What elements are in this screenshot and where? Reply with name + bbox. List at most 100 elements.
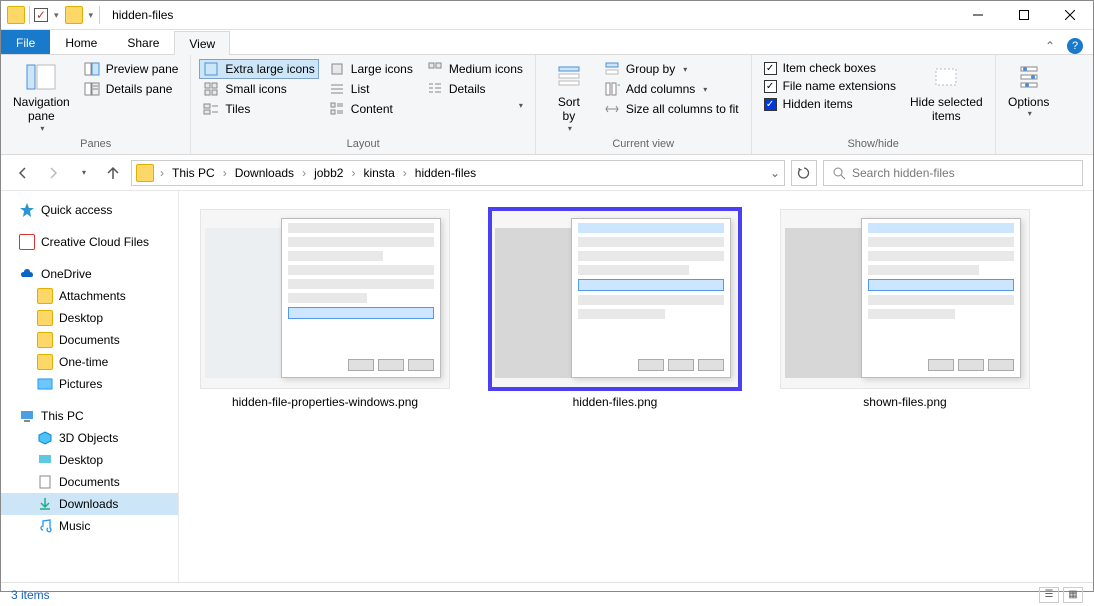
breadcrumb-item[interactable]: kinsta bbox=[359, 166, 398, 180]
search-input[interactable]: Search hidden-files bbox=[823, 160, 1083, 186]
minimize-button[interactable] bbox=[955, 1, 1001, 30]
path-folder-icon bbox=[136, 164, 154, 182]
collapse-ribbon-icon[interactable]: ⌃ bbox=[1045, 39, 1055, 53]
file-content-area[interactable]: hidden-file-properties-windows.png hidde… bbox=[179, 191, 1093, 582]
file-item[interactable]: shown-files.png bbox=[769, 209, 1041, 409]
chevron-right-icon[interactable]: › bbox=[300, 166, 308, 180]
navigation-pane-label: Navigation pane bbox=[13, 95, 70, 124]
sidebar-quick-access[interactable]: Quick access bbox=[1, 199, 178, 221]
sidebar-item-documents-pc[interactable]: Documents bbox=[1, 471, 178, 493]
medium-icons-button[interactable]: Medium icons bbox=[423, 59, 527, 79]
ribbon-right-controls: ⌃ ? bbox=[1045, 38, 1093, 54]
content-button[interactable]: Content bbox=[325, 99, 417, 119]
chevron-right-icon[interactable]: › bbox=[221, 166, 229, 180]
sidebar-item-desktop[interactable]: Desktop bbox=[1, 307, 178, 329]
tiles-button[interactable]: Tiles bbox=[199, 99, 318, 119]
pc-icon bbox=[19, 408, 35, 424]
size-columns-button[interactable]: Size all columns to fit bbox=[600, 99, 743, 119]
options-button[interactable]: Options▾ bbox=[1004, 59, 1054, 135]
ribbon-group-options: Options▾ bbox=[996, 55, 1062, 154]
file-item[interactable]: hidden-files.png bbox=[479, 209, 751, 409]
file-name: hidden-file-properties-windows.png bbox=[232, 395, 418, 409]
breadcrumb-item[interactable]: jobb2 bbox=[310, 166, 347, 180]
hide-selected-button[interactable]: Hide selected items bbox=[906, 59, 987, 135]
sidebar-creative-cloud[interactable]: Creative Cloud Files bbox=[1, 231, 178, 253]
hide-selected-icon bbox=[930, 61, 962, 93]
tab-file[interactable]: File bbox=[1, 30, 50, 54]
file-extensions-toggle[interactable]: File name extensions bbox=[760, 77, 900, 95]
preview-pane-button[interactable]: Preview pane bbox=[80, 59, 183, 79]
medium-icons-icon bbox=[427, 61, 443, 77]
details-view-button[interactable]: ☰ bbox=[1039, 587, 1059, 603]
folder-icon bbox=[37, 288, 53, 304]
sidebar-item-one-time[interactable]: One-time bbox=[1, 351, 178, 373]
forward-button[interactable] bbox=[41, 161, 65, 185]
sidebar-item-documents[interactable]: Documents bbox=[1, 329, 178, 351]
address-bar-row: ▾ › This PC› Downloads› jobb2› kinsta› h… bbox=[1, 155, 1093, 191]
pictures-icon bbox=[37, 376, 53, 392]
preview-pane-icon bbox=[84, 61, 100, 77]
details-pane-button[interactable]: Details pane bbox=[80, 79, 183, 99]
checkbox-icon bbox=[764, 80, 777, 93]
item-check-boxes-toggle[interactable]: Item check boxes bbox=[760, 59, 900, 77]
sidebar-item-pictures[interactable]: Pictures bbox=[1, 373, 178, 395]
qat-dropdown-icon[interactable]: ▾ bbox=[87, 10, 96, 21]
list-button[interactable]: List bbox=[325, 79, 417, 99]
help-icon[interactable]: ? bbox=[1067, 38, 1083, 54]
chevron-right-icon[interactable]: › bbox=[158, 166, 166, 180]
downloads-icon bbox=[37, 496, 53, 512]
sidebar-item-music[interactable]: Music bbox=[1, 515, 178, 537]
desktop-icon bbox=[37, 452, 53, 468]
small-icons-button[interactable]: Small icons bbox=[199, 79, 318, 99]
ribbon-group-current-view: Sort by▾ Group by▾ +Add columns▾ Size al… bbox=[536, 55, 752, 154]
add-columns-button[interactable]: +Add columns▾ bbox=[600, 79, 743, 99]
file-item[interactable]: hidden-file-properties-windows.png bbox=[189, 209, 461, 409]
path-dropdown-icon[interactable]: ⌄ bbox=[770, 166, 780, 180]
back-button[interactable] bbox=[11, 161, 35, 185]
group-by-button[interactable]: Group by▾ bbox=[600, 59, 743, 79]
svg-text:+: + bbox=[617, 81, 620, 92]
folder-icon bbox=[65, 6, 83, 24]
folder-icon bbox=[7, 6, 25, 24]
breadcrumb-item[interactable]: hidden-files bbox=[411, 166, 480, 180]
sidebar-onedrive[interactable]: OneDrive bbox=[1, 263, 178, 285]
navigation-pane-button[interactable]: Navigation pane▾ bbox=[9, 59, 74, 135]
file-thumbnail bbox=[490, 209, 740, 389]
thumbnails-view-button[interactable]: ▦ bbox=[1063, 587, 1083, 603]
sidebar-this-pc[interactable]: This PC bbox=[1, 405, 178, 427]
tab-home[interactable]: Home bbox=[50, 30, 112, 54]
tab-share[interactable]: Share bbox=[112, 30, 174, 54]
sidebar-item-3d-objects[interactable]: 3D Objects bbox=[1, 427, 178, 449]
recent-locations-button[interactable]: ▾ bbox=[71, 161, 95, 185]
tab-view[interactable]: View bbox=[174, 31, 230, 55]
file-thumbnail bbox=[200, 209, 450, 389]
breadcrumb-path[interactable]: › This PC› Downloads› jobb2› kinsta› hid… bbox=[131, 160, 785, 186]
details-button[interactable]: Details bbox=[423, 79, 527, 99]
overflow-icon: ▾ bbox=[519, 101, 523, 110]
sidebar-item-downloads[interactable]: Downloads bbox=[1, 493, 178, 515]
large-icons-button[interactable]: Large icons bbox=[325, 59, 417, 79]
status-text: 3 items bbox=[11, 588, 50, 602]
breadcrumb-item[interactable]: This PC bbox=[168, 166, 219, 180]
qat-properties-icon[interactable]: ✓ bbox=[34, 8, 48, 22]
folder-icon bbox=[19, 234, 35, 250]
qat-dropdown-icon[interactable]: ▾ bbox=[52, 10, 61, 21]
navigation-pane-icon bbox=[25, 61, 57, 93]
up-button[interactable] bbox=[101, 161, 125, 185]
small-icons-icon bbox=[203, 81, 219, 97]
body-area: Quick access Creative Cloud Files OneDri… bbox=[1, 191, 1093, 582]
sort-by-button[interactable]: Sort by▾ bbox=[544, 59, 594, 135]
maximize-button[interactable] bbox=[1001, 1, 1047, 30]
close-button[interactable] bbox=[1047, 1, 1093, 30]
extra-large-icons-button[interactable]: Extra large icons bbox=[199, 59, 318, 79]
navigation-sidebar[interactable]: Quick access Creative Cloud Files OneDri… bbox=[1, 191, 179, 582]
sidebar-item-attachments[interactable]: Attachments bbox=[1, 285, 178, 307]
layout-more-button[interactable]: ▾ bbox=[423, 99, 527, 112]
chevron-right-icon[interactable]: › bbox=[401, 166, 409, 180]
chevron-right-icon[interactable]: › bbox=[349, 166, 357, 180]
sidebar-item-desktop-pc[interactable]: Desktop bbox=[1, 449, 178, 471]
size-columns-icon bbox=[604, 101, 620, 117]
hidden-items-toggle[interactable]: Hidden items bbox=[760, 95, 900, 113]
refresh-button[interactable] bbox=[791, 160, 817, 186]
breadcrumb-item[interactable]: Downloads bbox=[231, 166, 298, 180]
